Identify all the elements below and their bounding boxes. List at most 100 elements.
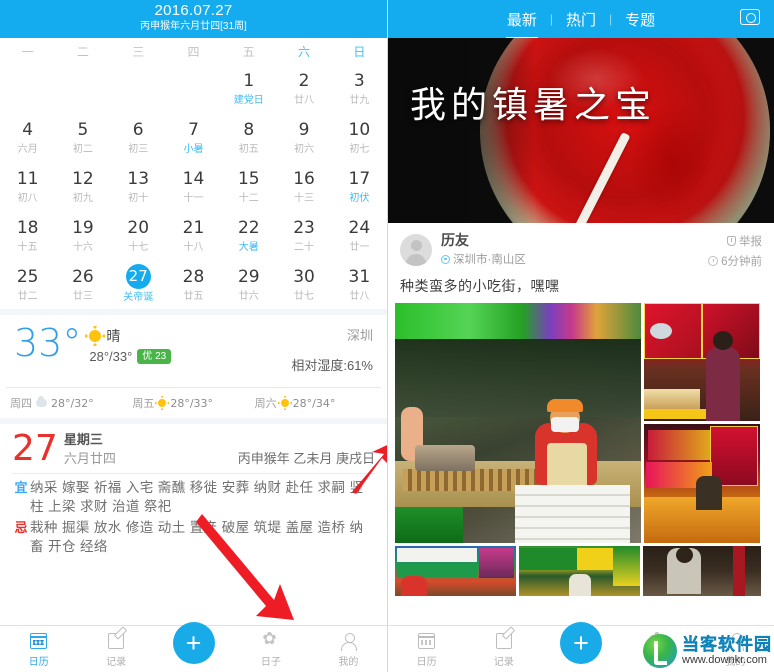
calendar-day-cell[interactable]: 30 廿七 xyxy=(276,260,331,309)
day-number: 8 xyxy=(243,119,255,140)
weather-widget[interactable]: 33° 晴 28°/33° 优 23 深圳 相对湿度:61% xyxy=(0,315,387,387)
calendar-day-cell[interactable]: 5 初二 xyxy=(55,113,110,162)
calendar-week-row: 18 十五 19 十六 20 十七 21 十八 22 大暑 23 二十 24 廿一 xyxy=(0,211,387,260)
calendar-day-cell[interactable]: 26 廿三 xyxy=(55,260,110,309)
photo-thumbnail[interactable] xyxy=(395,303,641,543)
calendar-day-cell[interactable]: 9 初六 xyxy=(276,113,331,162)
tab-hot[interactable]: 热门 xyxy=(553,9,609,30)
forecast-temp: 28°/33° xyxy=(170,396,214,410)
calendar-day-cell[interactable]: 13 初十 xyxy=(111,162,166,211)
day-lunar: 初三 xyxy=(128,143,149,155)
avatar[interactable] xyxy=(400,233,432,266)
day-number: 28 xyxy=(182,266,205,287)
nav-tab-record[interactable]: 记录 xyxy=(465,631,542,668)
tab-latest[interactable]: 最新 xyxy=(494,9,550,39)
almanac-day-number: 27 xyxy=(12,428,58,469)
forecast-item[interactable]: 周四 28°/32° xyxy=(10,395,132,411)
sun-icon xyxy=(155,396,170,410)
nav-tab-mine[interactable]: 我的 xyxy=(310,631,387,668)
forecast-item[interactable]: 周五 28°/33° xyxy=(132,395,254,411)
calendar-day-cell[interactable]: 12 初九 xyxy=(55,162,110,211)
calendar-day-cell[interactable]: 18 十五 xyxy=(0,211,55,260)
calendar-day-cell[interactable]: 29 廿六 xyxy=(221,260,276,309)
weekday-bar: 一 二 三 四 五 六 日 xyxy=(0,38,387,64)
calendar-day-cell[interactable]: 31 廿八 xyxy=(332,260,387,309)
camera-icon[interactable] xyxy=(740,9,760,25)
day-lunar: 廿六 xyxy=(238,290,259,302)
calendar-day-cell[interactable]: 20 十七 xyxy=(111,211,166,260)
feed-tabs: 最新 | 热门 | 专题 xyxy=(494,9,668,39)
report-label: 举报 xyxy=(739,236,762,248)
day-lunar: 小暑 xyxy=(183,143,204,155)
calendar-day-cell[interactable]: 11 初八 xyxy=(0,162,55,211)
photo-thumbnail[interactable] xyxy=(519,546,640,596)
tab-topic[interactable]: 专题 xyxy=(612,9,668,30)
calendar-day-cell[interactable]: 1 建党日 xyxy=(221,64,276,113)
calendar-week-row: 25 廿二 26 廿三 27 关帝诞 28 廿五 29 廿六 30 廿七 31 廿八 xyxy=(0,260,387,309)
photo-thumbnail[interactable] xyxy=(395,546,516,596)
calendar-day-cell[interactable]: 21 十八 xyxy=(166,211,221,260)
day-number: 11 xyxy=(16,168,39,189)
day-number: 29 xyxy=(237,266,260,287)
almanac-yi-row: 宜 纳采 嫁娶 祈福 入宅 斋醮 移徙 安葬 纳财 赴任 求嗣 竖柱 上梁 求财… xyxy=(12,478,375,516)
day-number: 31 xyxy=(348,266,371,287)
forecast-item[interactable]: 周六 28°/34° xyxy=(255,395,377,411)
calendar-day-cell[interactable]: 7 小暑 xyxy=(166,113,221,162)
photo-thumbnail[interactable] xyxy=(643,546,761,596)
calendar-day-cell[interactable]: 19 十六 xyxy=(55,211,110,260)
calendar-day-cell[interactable]: 28 廿五 xyxy=(166,260,221,309)
almanac-yi-value: 纳采 嫁娶 祈福 入宅 斋醮 移徙 安葬 纳财 赴任 求嗣 竖柱 上梁 求财 治… xyxy=(30,480,364,514)
calendar-day-cell[interactable]: 14 十一 xyxy=(166,162,221,211)
day-number: 2 xyxy=(298,70,310,91)
weekday-wed: 三 xyxy=(132,44,145,59)
calendar-day-cell[interactable]: 24 廿一 xyxy=(332,211,387,260)
calendar-day-cell[interactable]: 15 十二 xyxy=(221,162,276,211)
weekday-mon: 一 xyxy=(21,44,34,59)
header-date: 2016.07.27 xyxy=(154,2,233,19)
nav-tab-calendar[interactable]: 日历 xyxy=(388,631,465,668)
calendar-day-cell[interactable]: 3 廿九 xyxy=(332,64,387,113)
day-number: 4 xyxy=(22,119,34,140)
day-lunar: 六月 xyxy=(17,143,38,155)
photo-thumbnail[interactable] xyxy=(644,424,760,543)
day-lunar: 十八 xyxy=(183,241,204,253)
calendar-day-cell[interactable]: 17 初伏 xyxy=(332,162,387,211)
photo-thumbnail[interactable] xyxy=(644,303,760,421)
feature-banner[interactable]: 我的镇暑之宝 xyxy=(388,38,774,223)
post-time: 6分钟前 xyxy=(708,253,762,269)
calendar-day-cell-selected[interactable]: 27 关帝诞 xyxy=(111,260,166,309)
nav-tab-record[interactable]: 记录 xyxy=(77,631,154,668)
day-lunar: 初二 xyxy=(72,143,93,155)
report-button[interactable]: 举报 xyxy=(708,233,762,249)
calendar-day-cell[interactable]: 4 六月 xyxy=(0,113,55,162)
weekday-sun: 日 xyxy=(353,44,366,59)
nav-label: 日历 xyxy=(416,656,437,668)
note-icon xyxy=(495,632,512,649)
weather-city: 深圳 xyxy=(346,328,373,343)
day-number: 3 xyxy=(353,70,365,91)
day-number: 30 xyxy=(293,266,315,287)
calendar-day-cell[interactable]: 8 初五 xyxy=(221,113,276,162)
flower-icon xyxy=(262,629,279,649)
almanac-section[interactable]: 27 星期三 六月廿四 丙申猴年 乙未月 庚戌日 宜 纳采 嫁娶 祈福 入宅 斋… xyxy=(0,424,387,556)
nav-tab-days[interactable]: 日子 xyxy=(232,629,309,668)
day-number: 13 xyxy=(127,168,150,189)
add-button[interactable]: + xyxy=(560,622,602,664)
calendar-day-cell[interactable]: 6 初三 xyxy=(111,113,166,162)
photo-gallery xyxy=(388,303,774,596)
watermark-logo-icon xyxy=(643,634,677,668)
day-lunar: 初六 xyxy=(294,143,315,155)
calendar-day-cell[interactable]: 22 大暑 xyxy=(221,211,276,260)
add-button[interactable]: + xyxy=(172,622,215,664)
calendar-day-cell[interactable]: 25 廿二 xyxy=(0,260,55,309)
day-lunar: 大暑 xyxy=(238,241,259,253)
calendar-day-cell[interactable]: 16 十三 xyxy=(276,162,331,211)
almanac-ji-value: 栽种 掘渠 放水 修造 动土 置产 破屋 筑堤 盖屋 造桥 纳畜 开仓 经络 xyxy=(30,520,364,554)
day-lunar: 十二 xyxy=(238,192,259,204)
day-lunar: 二十 xyxy=(294,241,315,253)
day-number: 19 xyxy=(72,217,94,238)
nav-tab-calendar[interactable]: 日历 xyxy=(0,631,77,668)
calendar-day-cell[interactable]: 23 二十 xyxy=(276,211,331,260)
calendar-day-cell[interactable]: 2 廿八 xyxy=(276,64,331,113)
calendar-day-cell[interactable]: 10 初七 xyxy=(332,113,387,162)
